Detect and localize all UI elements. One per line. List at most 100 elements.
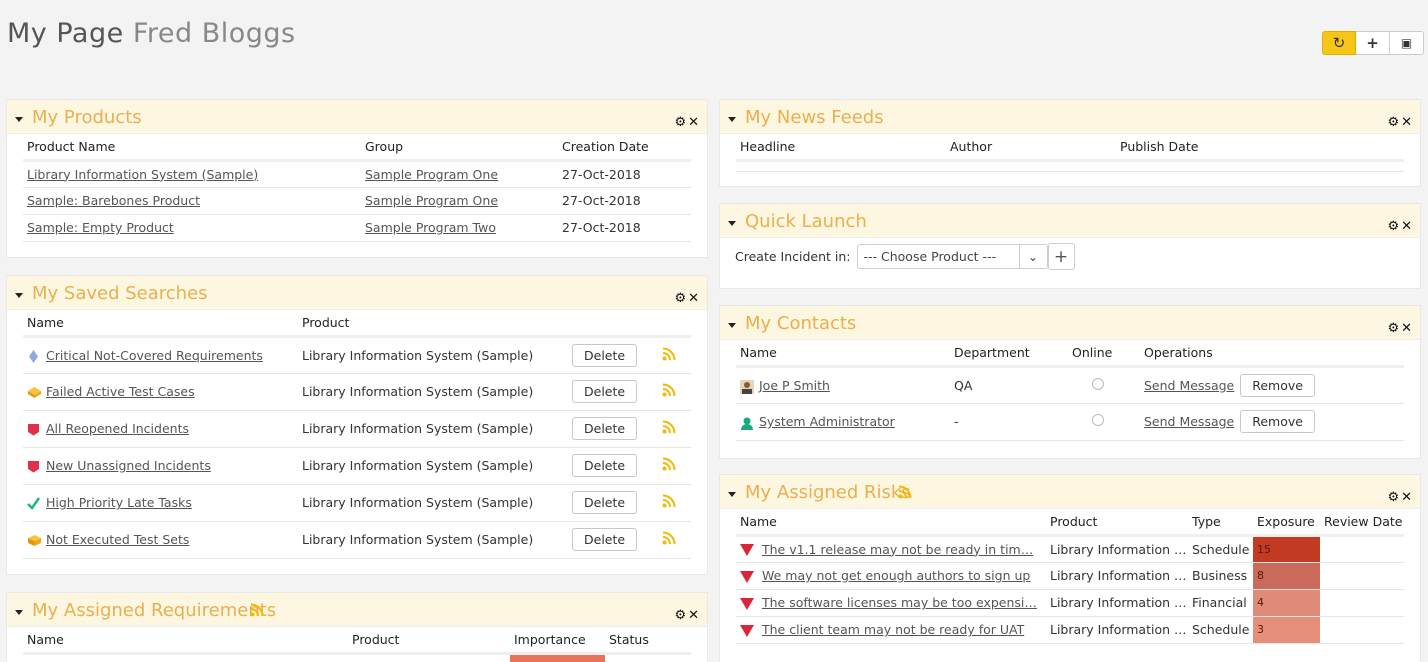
column-header [568, 310, 658, 338]
rss-icon[interactable] [662, 457, 676, 471]
creation-date: 27-Oct-2018 [558, 187, 691, 215]
column-header: Exposure [1253, 509, 1320, 537]
column-header: Product [298, 310, 568, 338]
panel-header: My Assigned Risks ⚙ ✕ [720, 475, 1420, 509]
panel-title: My Assigned Risks [745, 482, 911, 503]
saved-search-link[interactable]: Critical Not-Covered Requirements [46, 348, 263, 363]
close-icon[interactable]: ✕ [1401, 219, 1412, 234]
table-row: The client team may not be ready for UAT… [736, 616, 1404, 644]
send-message-link[interactable]: Send Message [1144, 414, 1234, 429]
product-link[interactable]: Sample: Barebones Product [27, 193, 200, 208]
table-row [736, 160, 1404, 172]
rss-icon[interactable] [662, 383, 676, 397]
remove-button[interactable]: Remove [1240, 373, 1315, 397]
column-header: Publish Date [1116, 134, 1404, 162]
settings-icon[interactable]: ⚙ [1387, 321, 1399, 336]
product-name: Library Information System (Sample) [298, 373, 568, 411]
rss-icon[interactable] [898, 485, 912, 502]
page-title-text: My Page [7, 18, 124, 49]
risk-link[interactable]: The v1.1 release may not be ready in tim… [762, 542, 1033, 557]
settings-icon[interactable]: ⚙ [674, 291, 686, 306]
saved-search-link[interactable]: High Priority Late Tasks [46, 495, 192, 510]
table-row: Joe P Smith QA Send Message Remove [736, 366, 1404, 404]
collapse-caret-icon[interactable] [15, 293, 23, 298]
refresh-icon: ↻ [1332, 34, 1346, 52]
contact-name-link[interactable]: Joe P Smith [759, 378, 830, 393]
group-link[interactable]: Sample Program One [365, 193, 498, 208]
rss-icon[interactable] [662, 347, 676, 361]
risk-link[interactable]: The client team may not be ready for UAT [762, 622, 1024, 637]
settings-icon[interactable]: ⚙ [1387, 219, 1399, 234]
table-row: All Reopened Incidents Library Informati… [23, 410, 691, 448]
remove-button[interactable]: Remove [1240, 410, 1315, 433]
my-assigned-requirements-panel: My Assigned Requirements ⚙ ✕ Name Product… [6, 592, 708, 662]
delete-button[interactable]: Delete [572, 528, 638, 551]
my-news-feeds-panel: My News Feeds ⚙ ✕ Headline Author Publish… [719, 99, 1421, 187]
close-icon[interactable]: ✕ [1401, 321, 1412, 336]
collapse-caret-icon[interactable] [728, 117, 736, 122]
delete-button[interactable]: Delete [572, 343, 638, 367]
product-link[interactable]: Sample: Empty Product [27, 220, 174, 235]
column-header: Author [946, 134, 1116, 162]
page-user-name: Fred Bloggs [132, 18, 296, 49]
delete-button[interactable]: Delete [572, 454, 638, 477]
rss-icon[interactable] [662, 420, 676, 434]
importance-cell [510, 653, 605, 662]
product-link[interactable]: Library Information System (Sample) [27, 167, 258, 182]
create-incident-button[interactable]: + [1047, 243, 1075, 270]
rss-icon[interactable] [662, 531, 676, 545]
saved-search-link[interactable]: Failed Active Test Cases [46, 384, 195, 399]
news-feeds-table: Headline Author Publish Date [736, 134, 1404, 172]
delete-button[interactable]: Delete [572, 380, 638, 403]
admin-avatar-icon [740, 416, 753, 430]
panel-title: My Contacts [745, 313, 857, 334]
close-icon[interactable]: ✕ [688, 115, 699, 130]
my-saved-searches-panel: My Saved Searches ⚙ ✕ Name Product Critic… [6, 275, 708, 575]
collapse-caret-icon[interactable] [728, 221, 736, 226]
delete-button[interactable]: Delete [572, 417, 638, 440]
saved-search-link[interactable]: Not Executed Test Sets [46, 532, 189, 547]
risk-type: Schedule [1188, 535, 1253, 563]
add-widget-button[interactable]: + [1356, 31, 1390, 55]
send-message-link[interactable]: Send Message [1144, 378, 1234, 393]
settings-icon[interactable]: ⚙ [674, 115, 686, 130]
panel-title: My Assigned Requirements [32, 600, 277, 621]
risks-table: Name Product Type Exposure Review Date T… [736, 509, 1404, 644]
rss-icon[interactable] [250, 603, 264, 620]
collapse-caret-icon[interactable] [15, 610, 23, 615]
risk-link[interactable]: The software licenses may be too expensi… [762, 595, 1037, 610]
panel-title: My Saved Searches [32, 283, 208, 304]
table-row: The v1.1 release may not be ready in tim… [736, 535, 1404, 563]
product-select-value: --- Choose Product --- [863, 249, 997, 264]
print-button[interactable]: ▣ [1390, 31, 1424, 55]
close-icon[interactable]: ✕ [1401, 490, 1412, 505]
close-icon[interactable]: ✕ [688, 608, 699, 623]
contact-name-link[interactable]: System Administrator [759, 414, 895, 429]
saved-search-link[interactable]: New Unassigned Incidents [46, 458, 211, 473]
risk-type: Business [1188, 562, 1253, 590]
product-select[interactable]: --- Choose Product --- ⌄ [856, 244, 1048, 269]
group-link[interactable]: Sample Program Two [365, 220, 496, 235]
department: - [950, 403, 1068, 441]
saved-search-link[interactable]: All Reopened Incidents [46, 421, 189, 436]
settings-icon[interactable]: ⚙ [1387, 490, 1399, 505]
panel-header: My Assigned Requirements ⚙ ✕ [7, 593, 707, 627]
group-link[interactable]: Sample Program One [365, 167, 498, 182]
risk-link[interactable]: We may not get enough authors to sign up [762, 568, 1030, 583]
rss-icon[interactable] [662, 494, 676, 508]
requirement-icon [27, 349, 40, 363]
collapse-caret-icon[interactable] [728, 323, 736, 328]
reset-layout-button[interactable]: ↻ [1322, 31, 1356, 55]
collapse-caret-icon[interactable] [728, 492, 736, 497]
delete-button[interactable]: Delete [572, 491, 638, 514]
column-header: Operations [1140, 340, 1404, 368]
panel-header: My Saved Searches ⚙ ✕ [7, 276, 707, 310]
settings-icon[interactable]: ⚙ [1387, 115, 1399, 130]
creation-date: 27-Oct-2018 [558, 214, 691, 242]
close-icon[interactable]: ✕ [688, 291, 699, 306]
products-table: Product Name Group Creation Date Library… [23, 134, 691, 242]
collapse-caret-icon[interactable] [15, 117, 23, 122]
risk-icon [740, 544, 754, 556]
close-icon[interactable]: ✕ [1401, 115, 1412, 130]
settings-icon[interactable]: ⚙ [674, 608, 686, 623]
